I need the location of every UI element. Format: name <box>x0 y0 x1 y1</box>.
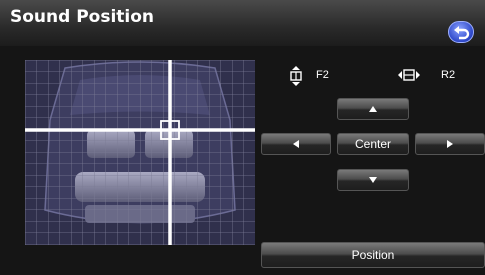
header-bar: Sound Position <box>0 0 485 46</box>
up-arrow-icon <box>369 106 377 112</box>
down-arrow-icon <box>369 177 377 183</box>
sound-position-grid[interactable] <box>25 60 255 245</box>
right-arrow-icon <box>447 140 453 148</box>
front-rear-value: F2 <box>316 69 329 81</box>
page-title: Sound Position <box>10 7 155 27</box>
center-button[interactable]: Center <box>337 133 409 155</box>
left-right-value: R2 <box>441 69 456 81</box>
left-arrow-icon <box>293 140 299 148</box>
back-arrow-icon <box>454 26 470 40</box>
car-seat-map <box>25 60 255 245</box>
position-button[interactable]: Position <box>261 242 485 268</box>
left-button[interactable] <box>261 133 331 155</box>
back-button[interactable] <box>448 21 474 43</box>
left-right-icon <box>398 69 420 81</box>
down-button[interactable] <box>337 169 409 191</box>
up-button[interactable] <box>337 98 409 120</box>
right-button[interactable] <box>415 133 485 155</box>
front-rear-icon <box>290 66 302 86</box>
